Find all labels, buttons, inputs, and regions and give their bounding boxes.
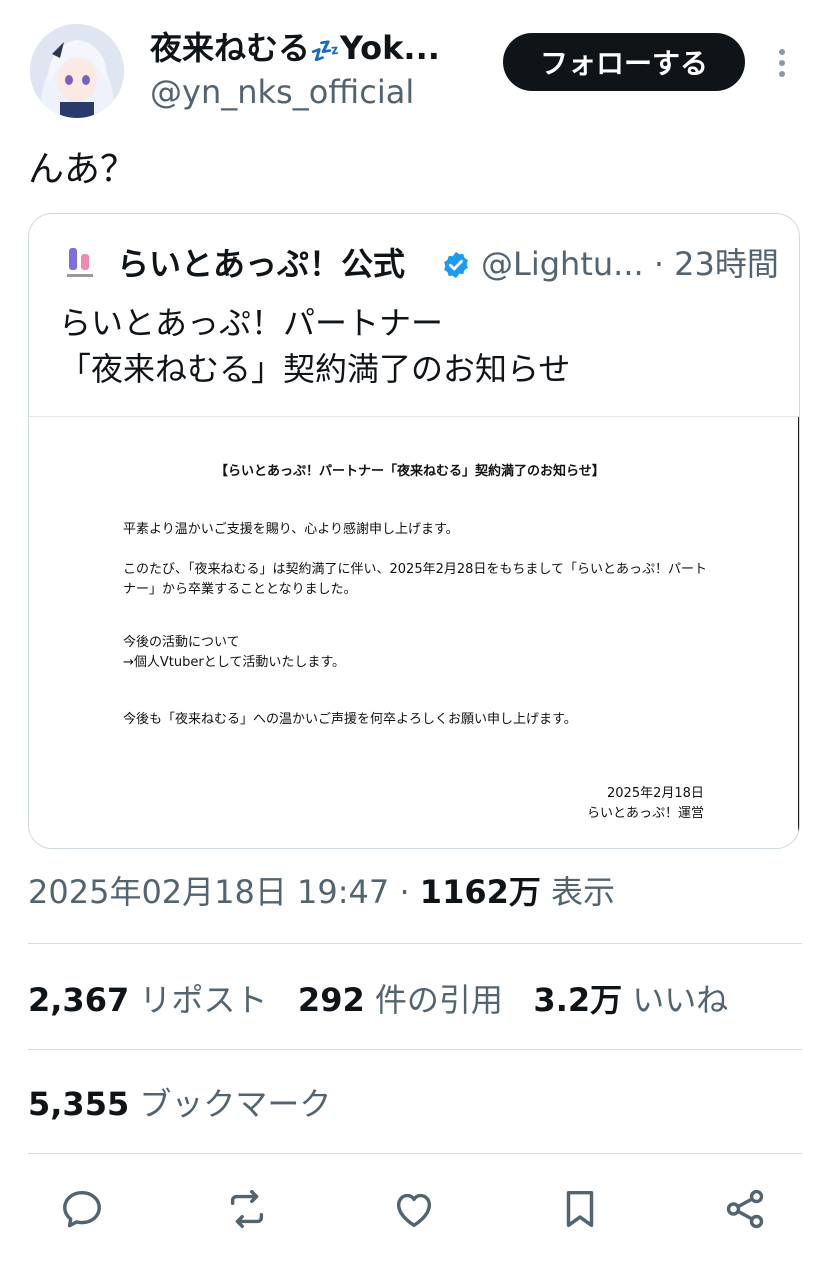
quoted-tweet-card[interactable]: らいとあっぷ！公式 @Lightu... · 23時間 らいとあっぷ！パートナー… [28, 213, 800, 849]
divider [28, 1153, 802, 1154]
doc-signature: らいとあっぷ！運営 [587, 806, 705, 821]
divider [28, 943, 802, 944]
bookmark-icon[interactable] [555, 1184, 605, 1234]
like-icon[interactable] [389, 1184, 439, 1234]
quoted-handle-time[interactable]: @Lightu... · 23時間 [481, 242, 779, 286]
tweet-text: んあ？ [28, 149, 137, 190]
doc-paragraph-2a: このたび、「夜来ねむる」は契約満了に伴い、2025年2月28日をもちまして「らい… [123, 562, 708, 577]
follow-button[interactable]: フォローする [503, 33, 745, 91]
avatar[interactable] [30, 24, 124, 118]
repost-icon[interactable] [222, 1184, 272, 1234]
doc-paragraph-3b: →個人Vtuberとして活動いたします。 [123, 655, 346, 670]
more-options-icon[interactable] [772, 46, 792, 80]
lightup-logo-icon [65, 246, 95, 280]
quoted-announcement-image[interactable]: 【らいとあっぷ！パートナー「夜来ねむる」契約満了のお知らせ】 平素より温かいご支… [29, 416, 799, 848]
reposts-stat[interactable]: 2,367 リポスト [28, 981, 267, 1019]
doc-paragraph-2b: ナー」から卒業することとなりました。 [123, 582, 357, 597]
reply-icon[interactable] [57, 1184, 107, 1234]
share-icon[interactable] [720, 1184, 770, 1234]
doc-title: 【らいとあっぷ！パートナー「夜来ねむる」契約満了のお知らせ】 [215, 464, 605, 479]
tweet-timestamp[interactable]: 2025年02月18日 19:47 · 1162万 表示 [28, 870, 615, 914]
doc-paragraph-1: 平素より温かいご支援を賜り、心より感謝申し上げます。 [123, 522, 459, 537]
doc-date: 2025年2月18日 [607, 786, 704, 801]
likes-stat[interactable]: 3.2万 いいね [533, 981, 728, 1019]
image-edge [798, 417, 799, 848]
doc-paragraph-4: 今後も「夜来ねむる」への温かいご声援を何卒よろしくお願い申し上げます。 [123, 712, 577, 727]
divider [28, 1049, 802, 1050]
views-count: 1162万 [419, 873, 541, 911]
zz-emoji: 💤 [310, 37, 340, 65]
quotes-stat[interactable]: 292 件の引用 [298, 981, 503, 1019]
author-handle[interactable]: @yn_nks_official [150, 72, 414, 112]
engagement-stats: 2,367 リポスト 292 件の引用 3.2万 いいね [28, 978, 728, 1022]
quoted-text-line-1: らいとあっぷ！パートナー [59, 304, 444, 342]
bookmarks-stat[interactable]: 5,355 ブックマーク [28, 1082, 331, 1126]
doc-paragraph-3a: 今後の活動について [123, 635, 240, 650]
verified-badge-icon [441, 250, 471, 280]
avatar-image [30, 24, 124, 118]
quoted-text-line-2: 「夜来ねむる」契約満了のお知らせ [59, 350, 571, 388]
quoted-author-name[interactable]: らいとあっぷ！公式 [117, 242, 405, 286]
author-display-name[interactable]: 夜来ねむる💤Yok... [150, 28, 470, 71]
